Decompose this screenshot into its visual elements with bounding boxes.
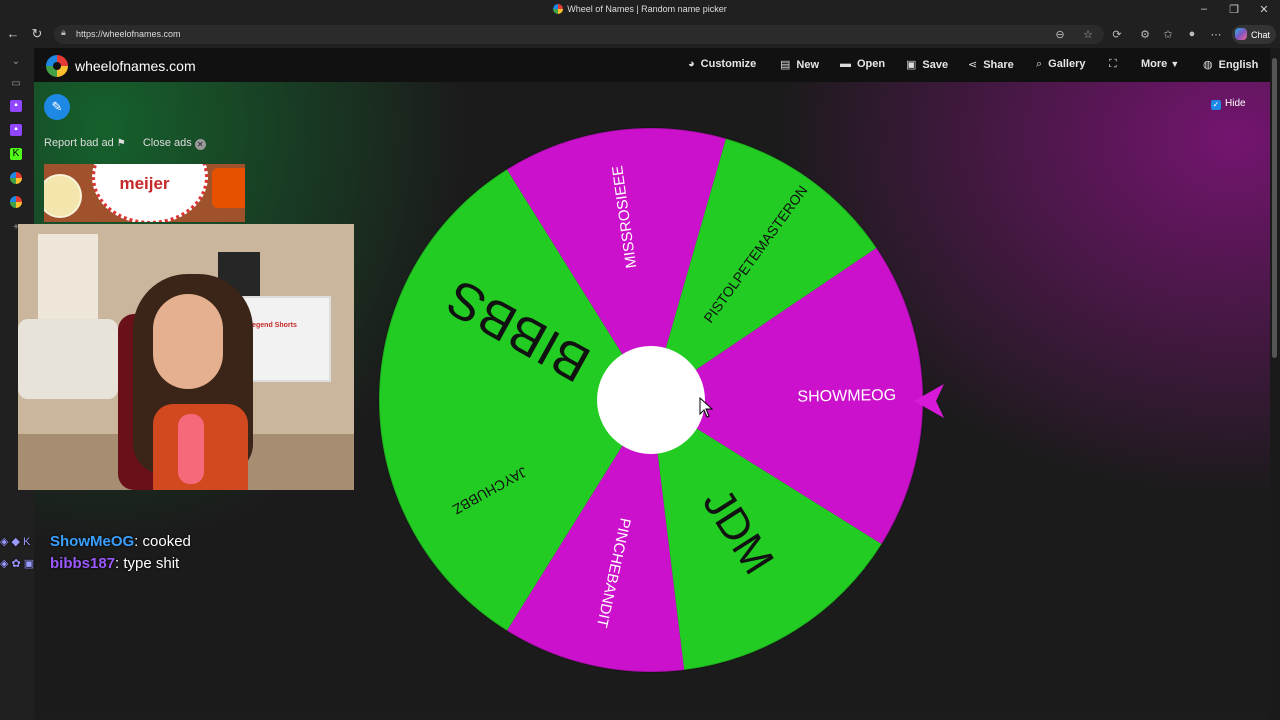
chat-username: ShowMeOG	[50, 533, 135, 550]
twitch-tab-icon[interactable]: ▪	[10, 100, 22, 112]
more-options-icon[interactable]: ⋯	[1209, 28, 1223, 41]
chat-username: bibbs187	[50, 555, 116, 572]
webcam-couch	[18, 319, 118, 399]
close-window-icon[interactable]: ✕	[1256, 3, 1272, 16]
sidebar-tab-icon[interactable]: ▭	[10, 78, 22, 90]
scrollbar-thumb[interactable]	[1272, 58, 1277, 358]
webcam-person-face	[153, 294, 223, 389]
restore-icon[interactable]: ❐	[1226, 3, 1242, 16]
reader-icon[interactable]: ⊖	[1053, 28, 1067, 41]
page-scrollbar[interactable]	[1270, 48, 1280, 720]
lock-icon: 🔒︎	[61, 27, 66, 37]
address-url: https://wheelofnames.com	[76, 29, 181, 39]
wheel-tab-icon-2[interactable]	[10, 196, 22, 208]
window-title: Wheel of Names | Random name picker	[0, 4, 1280, 14]
favorites-icon[interactable]: ✩	[1161, 28, 1175, 41]
copilot-icon	[1235, 28, 1247, 40]
profile-avatar-icon[interactable]: ●	[1185, 28, 1199, 40]
chat-badges-icon: ◈ ✿ ▣	[0, 558, 35, 570]
extension-icon[interactable]: ⚙	[1138, 28, 1152, 41]
browser-title-bar: Wheel of Names | Random name picker – ❐ …	[0, 0, 1280, 22]
window-title-text: Wheel of Names | Random name picker	[567, 4, 727, 14]
site-logo-icon	[553, 4, 564, 14]
copilot-chat-button[interactable]: Chat	[1232, 25, 1276, 44]
twitch-tab-icon-2[interactable]: ▪	[10, 124, 22, 136]
webcam-microphone	[178, 414, 204, 484]
kick-tab-icon[interactable]: K	[10, 148, 22, 160]
chat-text: : type shit	[115, 555, 180, 572]
star-icon[interactable]: ☆	[1081, 28, 1095, 41]
wheel-center-button[interactable]	[597, 346, 705, 454]
chat-badges-icon: ◈ ◆ K	[0, 536, 31, 548]
back-icon[interactable]: ←	[4, 26, 22, 41]
chat-text: : cooked	[134, 533, 191, 550]
sidebar-collapse-icon[interactable]: ⌄	[10, 56, 22, 68]
chat-label: Chat	[1251, 30, 1271, 40]
chat-message: ◈ ◆ K ShowMeOG: cooked	[0, 533, 191, 550]
reload-icon[interactable]: ↻	[28, 26, 46, 42]
address-bar[interactable]: 🔒︎ https://wheelofnames.com	[54, 25, 1104, 44]
chat-message: ◈ ✿ ▣ bibbs187: type shit	[0, 555, 179, 572]
webcam-overlay: Sol Legend Shorts	[18, 224, 354, 490]
minimize-icon[interactable]: –	[1196, 3, 1212, 15]
refresh-extension-icon[interactable]: ⟳	[1110, 28, 1124, 41]
wheel-segment-label: SHOWMEOG	[797, 387, 896, 406]
wheel-tab-icon[interactable]	[10, 172, 22, 184]
browser-toolbar: ← ↻ 🔒︎ https://wheelofnames.com ⊖ ☆ ⟳ ⚙ …	[0, 22, 1280, 48]
